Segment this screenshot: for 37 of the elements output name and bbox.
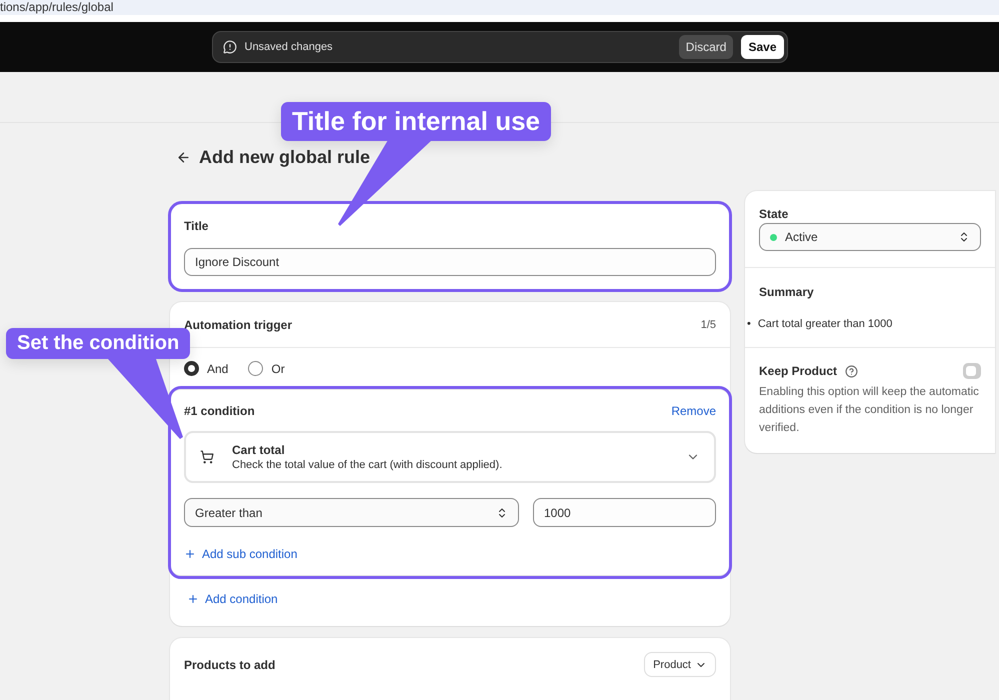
help-icon[interactable]	[845, 364, 858, 378]
state-select[interactable]: Active	[759, 223, 981, 251]
add-sub-condition-link[interactable]: Add sub condition	[184, 547, 298, 561]
title-label: Title	[184, 219, 210, 233]
value-input[interactable]: 1000	[533, 498, 716, 527]
status-dot	[770, 234, 777, 240]
condition-count: 1/5	[700, 319, 716, 331]
discard-button[interactable]: Discard	[678, 35, 734, 59]
condition-type-select[interactable]: Cart total Check the total value of the cart (with discount applied).	[184, 431, 716, 483]
summary-item: Cart total greater than 1000	[758, 317, 892, 331]
state-label: State	[759, 207, 790, 221]
keep-product-label: Keep Product	[759, 364, 838, 378]
chevrons-icon	[958, 231, 970, 243]
save-button[interactable]: Save	[741, 35, 784, 59]
page-title: Add new global rule	[199, 146, 370, 168]
plus-icon	[184, 548, 196, 560]
product-dropdown[interactable]: Product	[644, 652, 716, 677]
radio-option[interactable]: Or	[248, 361, 285, 376]
unsaved-message: Unsaved changes	[244, 41, 334, 53]
radio-option[interactable]: And	[184, 361, 228, 376]
add-condition-link[interactable]: Add condition	[187, 592, 278, 606]
annotation-callout: Set the condition	[6, 328, 190, 359]
warning-icon	[222, 40, 236, 54]
address-bar-url: tions/app/rules/global	[0, 0, 114, 14]
annotation-callout: Title for internal use	[281, 102, 552, 141]
remove-link[interactable]: Remove	[671, 404, 716, 418]
chevrons-icon	[496, 506, 508, 518]
operator-select[interactable]: Greater than	[184, 498, 519, 527]
keep-product-toggle[interactable]	[963, 363, 981, 379]
bullet-marker: •	[747, 317, 751, 331]
cart-icon	[200, 450, 214, 464]
section-title: Products to add	[184, 658, 276, 672]
condition-title: #1 condition	[184, 404, 255, 418]
summary-title: Summary	[759, 285, 815, 299]
title-input[interactable]: Ignore Discount	[184, 248, 716, 276]
plus-icon	[187, 593, 199, 605]
keep-product-description: Enabling this option will keep the automatic additions even if the condition is no longer verified.	[759, 385, 980, 436]
